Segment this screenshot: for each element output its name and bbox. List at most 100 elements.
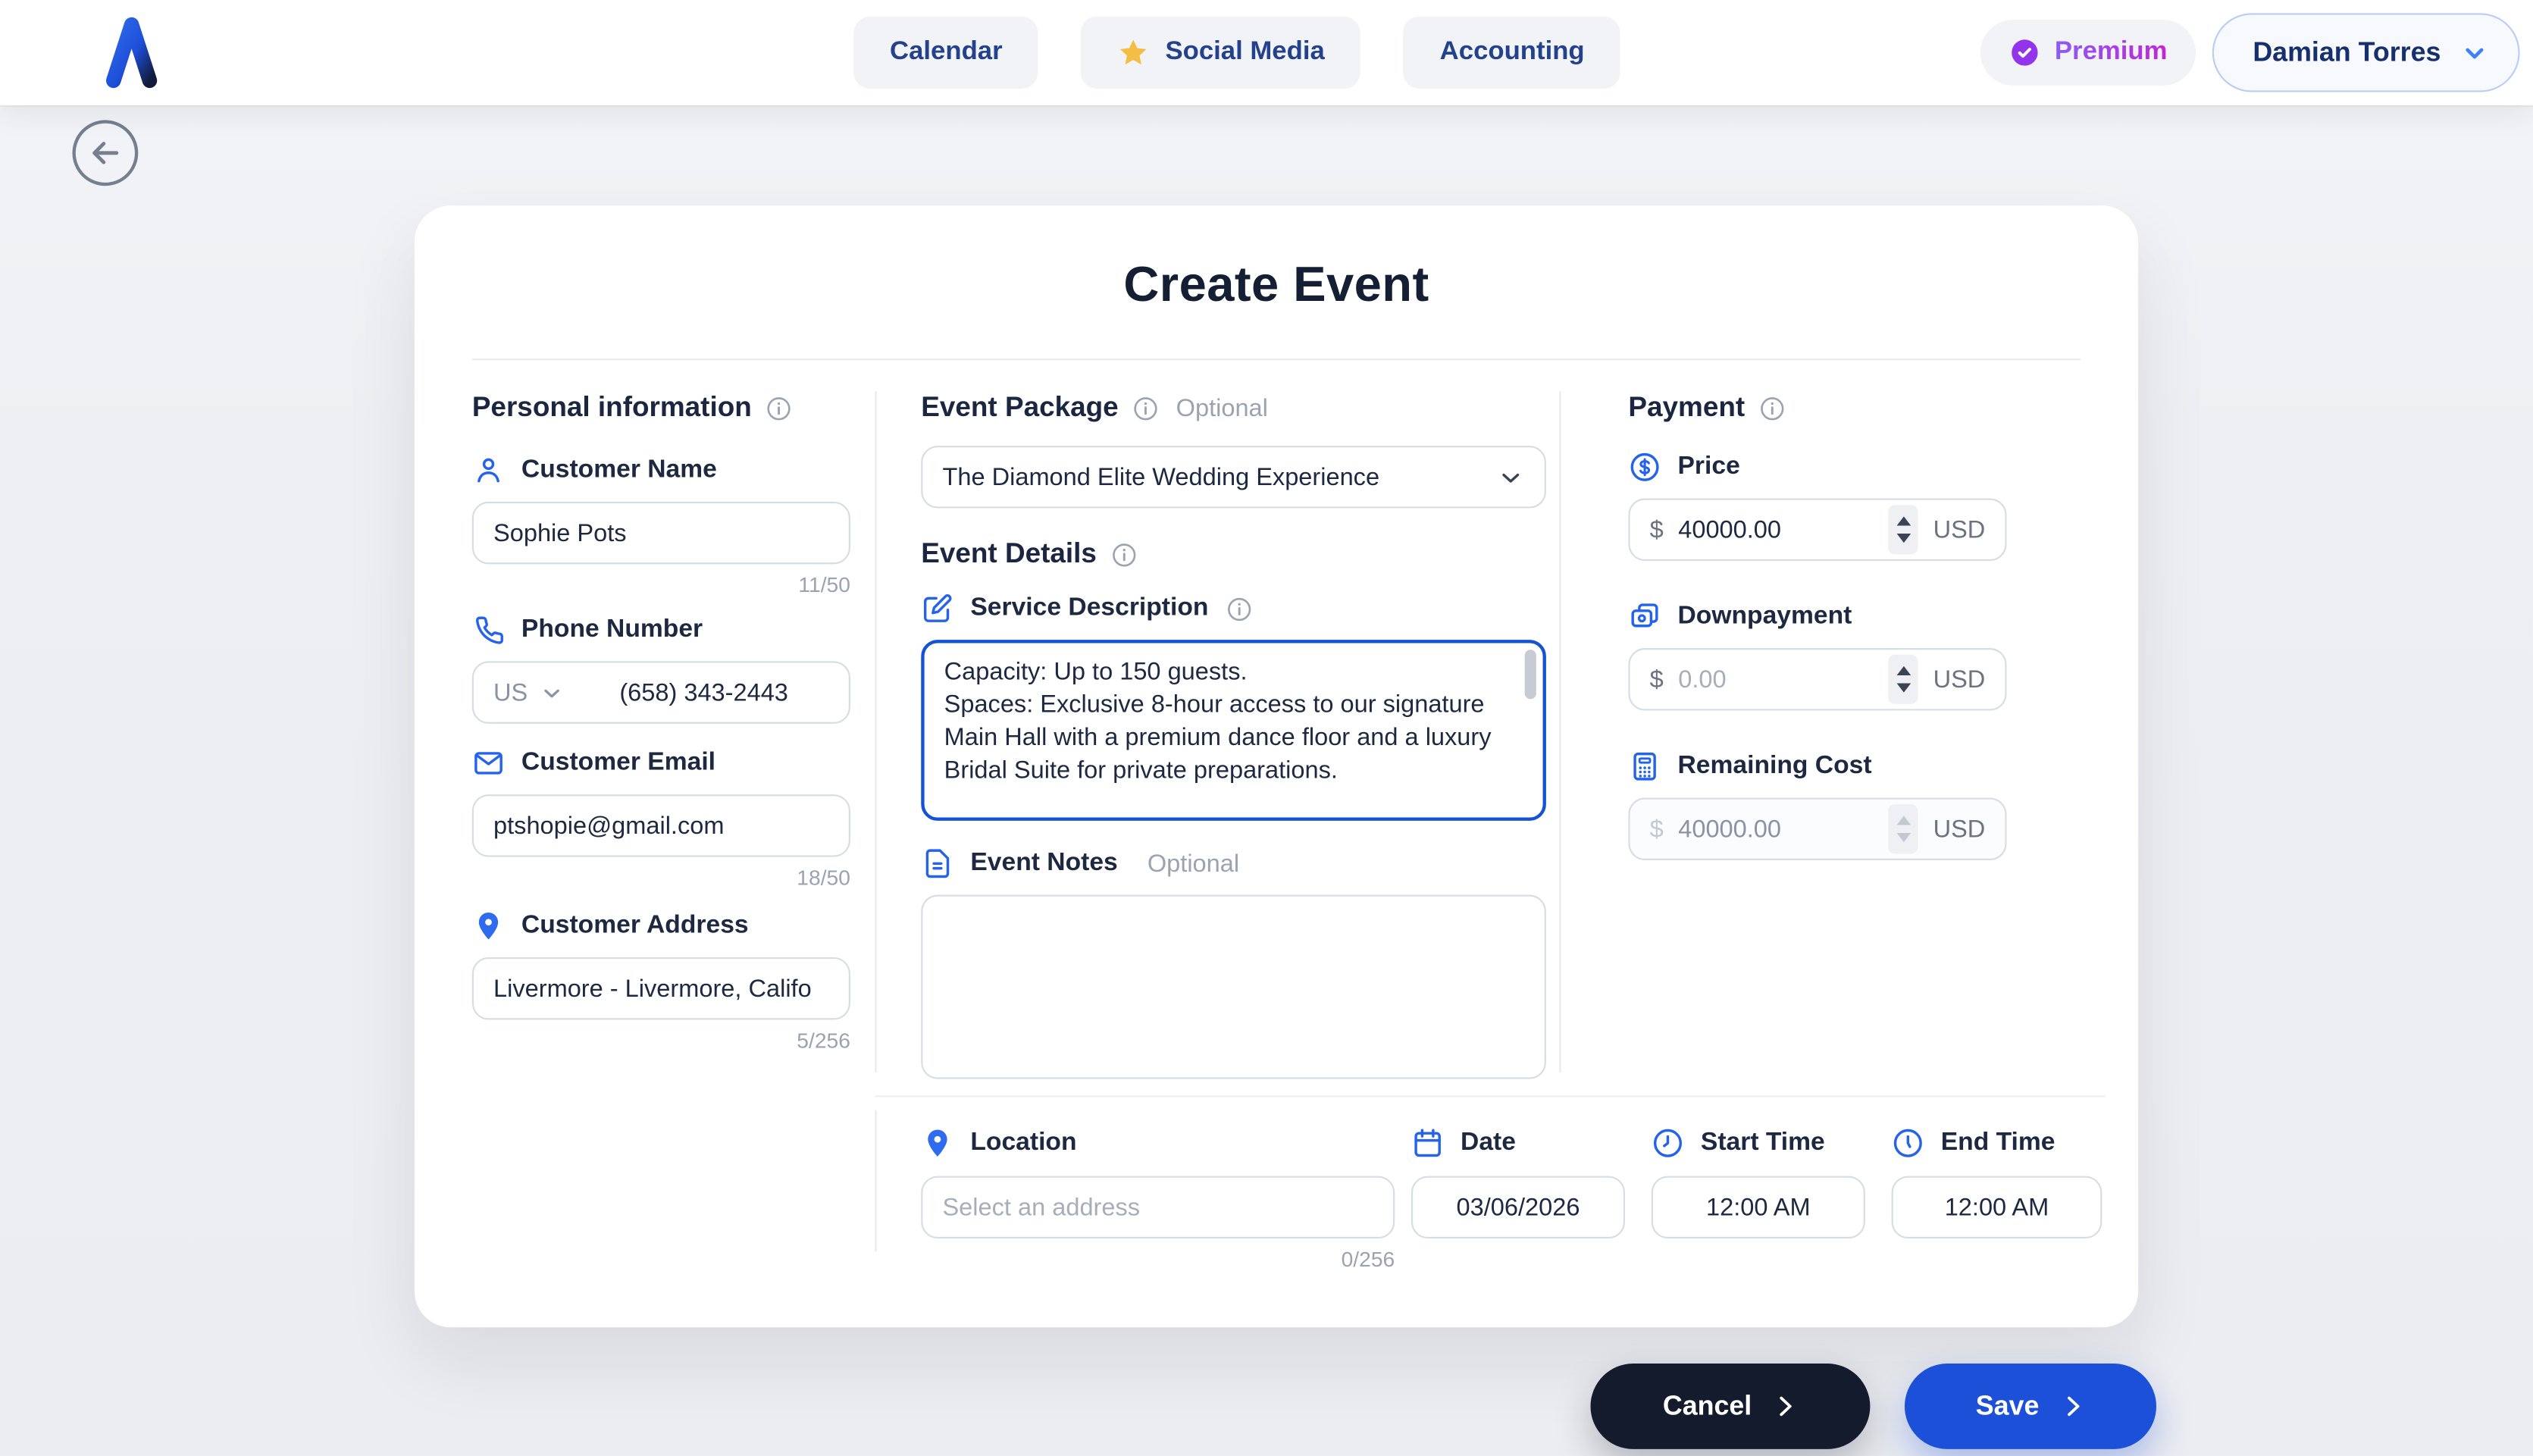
app-logo[interactable]	[102, 13, 161, 92]
phone-country-select[interactable]: US	[493, 678, 528, 706]
nav-social-media-button[interactable]: Social Media	[1081, 16, 1361, 89]
event-notes-optional: Optional	[1147, 849, 1240, 878]
edit-icon	[923, 594, 952, 622]
nav-social-media-label: Social Media	[1165, 37, 1325, 66]
currency-symbol: $	[1649, 815, 1664, 844]
chevron-down-icon[interactable]	[539, 680, 564, 705]
currency-symbol: $	[1649, 515, 1664, 544]
event-notes-textarea[interactable]	[921, 894, 1546, 1079]
wallet-icon	[1631, 603, 1658, 628]
stepper-down-icon	[1896, 833, 1911, 843]
date-input[interactable]	[1411, 1176, 1626, 1239]
create-event-page: Calendar Social Media Accounting Premium	[0, 0, 2533, 1456]
customer-address-input[interactable]	[471, 957, 850, 1020]
downpayment-field: $ USD	[1628, 648, 2007, 711]
main-nav: Calendar Social Media Accounting	[853, 16, 1621, 89]
nav-calendar-button[interactable]: Calendar	[853, 16, 1039, 89]
event-details-section: Event Package Optional The Diamond Elite…	[921, 391, 1546, 1079]
customer-address-label: Customer Address	[521, 911, 749, 940]
back-button[interactable]	[72, 120, 139, 186]
start-time-label: Start Time	[1700, 1128, 1825, 1157]
chevron-right-icon	[1780, 1396, 1792, 1417]
premium-badge[interactable]: Premium	[1980, 20, 2196, 86]
person-icon	[477, 458, 499, 483]
downpayment-input[interactable]	[1678, 665, 1874, 694]
stepper-up-icon[interactable]	[1896, 516, 1911, 526]
event-notes-label: Event Notes	[970, 848, 1118, 877]
map-pin-icon	[928, 1129, 947, 1157]
remaining-cost-input	[1678, 815, 1874, 844]
nav-accounting-label: Accounting	[1439, 37, 1585, 66]
phone-number-label: Phone Number	[521, 615, 703, 643]
user-name: Damian Torres	[2253, 36, 2441, 67]
event-package-selected: The Diamond Elite Wedding Experience	[942, 462, 1380, 491]
calendar-icon	[1414, 1129, 1441, 1157]
save-button-label: Save	[1975, 1390, 2040, 1420]
currency-code: USD	[1933, 665, 1986, 694]
user-menu[interactable]: Damian Torres	[2212, 13, 2520, 92]
price-stepper[interactable]	[1888, 505, 1919, 555]
stepper-up-icon	[1896, 816, 1911, 825]
event-package-select[interactable]: The Diamond Elite Wedding Experience	[921, 446, 1546, 509]
column-divider-1	[875, 391, 877, 1072]
price-label: Price	[1677, 452, 1740, 481]
end-time-label: End Time	[1940, 1128, 2056, 1157]
stepper-down-icon[interactable]	[1896, 683, 1911, 693]
dollar-circle-icon	[1630, 452, 1659, 481]
remaining-cost-stepper	[1888, 804, 1919, 854]
personal-information-title: Personal information	[471, 391, 752, 423]
calculator-icon	[1633, 752, 1656, 781]
date-block: Date	[1411, 1127, 1626, 1239]
currency-code: USD	[1933, 515, 1986, 544]
header-right: Premium Damian Torres	[1980, 0, 2520, 105]
customer-name-input[interactable]	[471, 501, 850, 565]
info-icon[interactable]	[1225, 594, 1253, 622]
event-package-optional: Optional	[1176, 393, 1268, 422]
clock-icon	[1893, 1129, 1922, 1157]
note-icon	[925, 849, 950, 878]
location-label: Location	[970, 1128, 1077, 1157]
top-navbar: Calendar Social Media Accounting Premium	[0, 0, 2533, 105]
currency-symbol: $	[1649, 665, 1664, 694]
arrow-left-icon	[92, 142, 119, 164]
customer-email-input[interactable]	[471, 794, 850, 857]
remaining-cost-label: Remaining Cost	[1677, 751, 1872, 780]
start-time-input[interactable]	[1651, 1176, 1865, 1239]
save-button[interactable]: Save	[1904, 1364, 2157, 1449]
price-input[interactable]	[1678, 515, 1874, 544]
customer-name-counter: 11/50	[798, 572, 850, 597]
verified-check-icon	[2012, 39, 2039, 66]
end-time-block: End Time	[1891, 1127, 2102, 1239]
info-icon[interactable]	[1132, 394, 1160, 422]
info-icon[interactable]	[1110, 540, 1138, 568]
customer-email-label: Customer Email	[521, 748, 716, 777]
schedule-divider	[875, 1095, 2106, 1097]
event-details-title: Event Details	[921, 537, 1097, 569]
mail-icon	[474, 752, 503, 775]
info-icon[interactable]	[765, 394, 793, 422]
service-description-textarea[interactable]: Capacity: Up to 150 guests. Spaces: Excl…	[921, 640, 1546, 821]
create-event-card: Create Event Personal information Custom…	[414, 205, 2139, 1328]
date-label: Date	[1461, 1128, 1516, 1157]
scrollbar-thumb[interactable]	[1524, 650, 1536, 700]
nav-accounting-button[interactable]: Accounting	[1403, 16, 1621, 89]
phone-number-input[interactable]	[575, 678, 833, 707]
chevron-down-icon	[1502, 472, 1520, 482]
location-block: Location 0/256	[921, 1127, 1395, 1271]
info-icon[interactable]	[1758, 394, 1786, 422]
personal-information-section: Personal information Customer Name 11/50	[471, 391, 850, 1053]
chevron-down-icon	[2466, 47, 2484, 58]
end-time-input[interactable]	[1891, 1176, 2102, 1239]
downpayment-stepper[interactable]	[1888, 654, 1919, 704]
payment-title: Payment	[1628, 391, 1746, 423]
start-time-block: Start Time	[1651, 1127, 1865, 1239]
map-pin-icon	[478, 913, 499, 940]
cancel-button-label: Cancel	[1662, 1390, 1752, 1420]
stepper-up-icon[interactable]	[1896, 665, 1911, 676]
downpayment-label: Downpayment	[1677, 602, 1852, 631]
service-description-label: Service Description	[970, 593, 1209, 622]
currency-code: USD	[1933, 815, 1986, 844]
location-input[interactable]	[921, 1176, 1395, 1239]
stepper-down-icon[interactable]	[1896, 533, 1911, 543]
cancel-button[interactable]: Cancel	[1590, 1364, 1871, 1449]
